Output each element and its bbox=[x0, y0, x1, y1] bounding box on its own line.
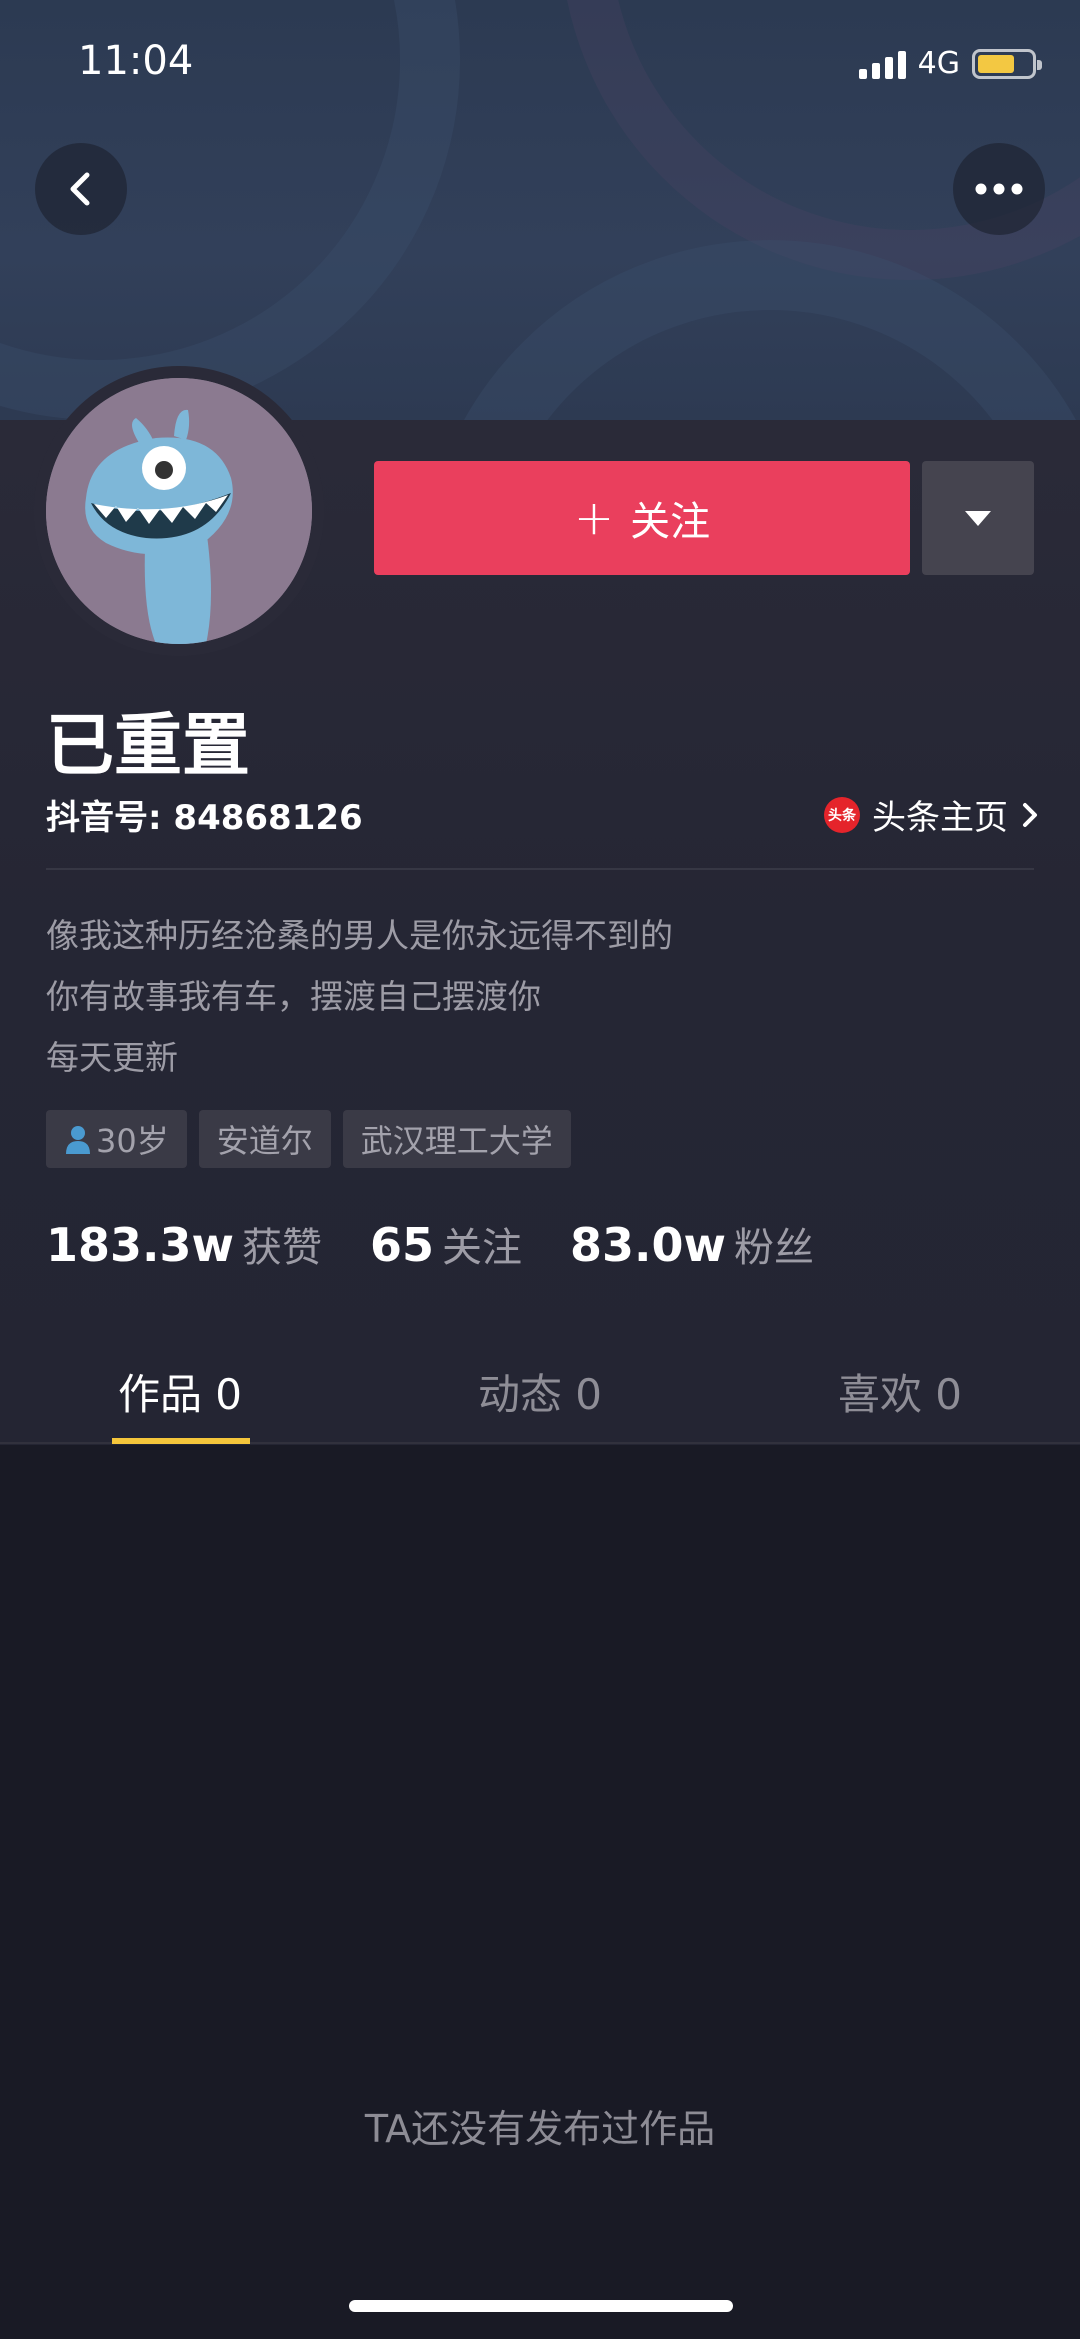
back-button[interactable] bbox=[35, 143, 127, 235]
tag-label: 30岁 bbox=[96, 1122, 169, 1160]
person-icon bbox=[66, 1126, 90, 1154]
stat-likes[interactable]: 183.3w 获赞 bbox=[46, 1215, 322, 1273]
divider bbox=[46, 868, 1034, 870]
home-indicator[interactable] bbox=[349, 2300, 733, 2312]
chevron-right-icon bbox=[1023, 802, 1037, 827]
profile-bio: 像我这种历经沧桑的男人是你永远得不到的 你有故事我有车，摆渡自己摆渡你 每天更新 bbox=[46, 905, 673, 1088]
tag-label: 武汉理工大学 bbox=[360, 1122, 553, 1160]
toutiao-logo-icon: 头条 bbox=[824, 796, 860, 833]
bio-line: 像我这种历经沧桑的男人是你永远得不到的 bbox=[46, 916, 673, 955]
chevron-left-icon bbox=[70, 172, 90, 206]
toutiao-label: 头条主页 bbox=[872, 798, 1008, 838]
tab-works[interactable]: 作品 0 bbox=[0, 1340, 360, 1442]
plus-icon: + bbox=[573, 490, 615, 546]
douyin-id: 抖音号: 84868126 bbox=[46, 798, 363, 838]
recommend-dropdown-button[interactable] bbox=[922, 461, 1034, 575]
stat-value: 65 bbox=[370, 1218, 435, 1272]
tab-activity[interactable]: 动态 0 bbox=[360, 1340, 720, 1442]
profile-tags: 30岁 安道尔 武汉理工大学 bbox=[46, 1110, 571, 1168]
bio-line: 每天更新 bbox=[46, 1038, 178, 1077]
signal-icon bbox=[858, 49, 906, 79]
profile-name: 已重置 bbox=[46, 707, 251, 786]
stat-label: 粉丝 bbox=[734, 1225, 815, 1271]
tag-location: 安道尔 bbox=[198, 1110, 331, 1168]
monster-avatar-icon bbox=[46, 378, 312, 644]
active-tab-indicator bbox=[112, 1438, 250, 1444]
more-button[interactable] bbox=[953, 143, 1045, 235]
status-time: 11:04 bbox=[78, 38, 194, 84]
tag-label: 安道尔 bbox=[216, 1122, 313, 1160]
more-dots-icon bbox=[975, 183, 1023, 195]
profile-stats: 183.3w 获赞 65 关注 83.0w 粉丝 bbox=[46, 1215, 814, 1273]
bio-line: 你有故事我有车，摆渡自己摆渡你 bbox=[46, 977, 541, 1016]
stat-label: 关注 bbox=[442, 1225, 523, 1271]
tag-school: 武汉理工大学 bbox=[342, 1110, 571, 1168]
profile-tabs: 作品 0 动态 0 喜欢 0 bbox=[0, 1340, 1080, 1444]
toutiao-homepage-link[interactable]: 头条 头条主页 bbox=[824, 790, 1040, 839]
stat-following[interactable]: 65 关注 bbox=[370, 1215, 522, 1273]
caret-down-icon bbox=[965, 510, 991, 526]
empty-state-message: TA还没有发布过作品 bbox=[364, 2107, 716, 2151]
network-type: 4G bbox=[917, 46, 960, 81]
follow-button[interactable]: + 关注 bbox=[374, 461, 910, 575]
stat-followers[interactable]: 83.0w 粉丝 bbox=[570, 1215, 814, 1273]
tab-likes[interactable]: 喜欢 0 bbox=[720, 1340, 1080, 1442]
stat-value: 183.3w bbox=[46, 1218, 234, 1272]
status-indicators: 4G bbox=[858, 46, 1042, 81]
stat-label: 获赞 bbox=[242, 1225, 322, 1271]
stat-value: 83.0w bbox=[570, 1218, 727, 1272]
follow-label: 关注 bbox=[630, 499, 711, 545]
avatar[interactable] bbox=[34, 366, 324, 656]
tag-age: 30岁 bbox=[46, 1110, 187, 1168]
battery-icon bbox=[972, 48, 1042, 79]
